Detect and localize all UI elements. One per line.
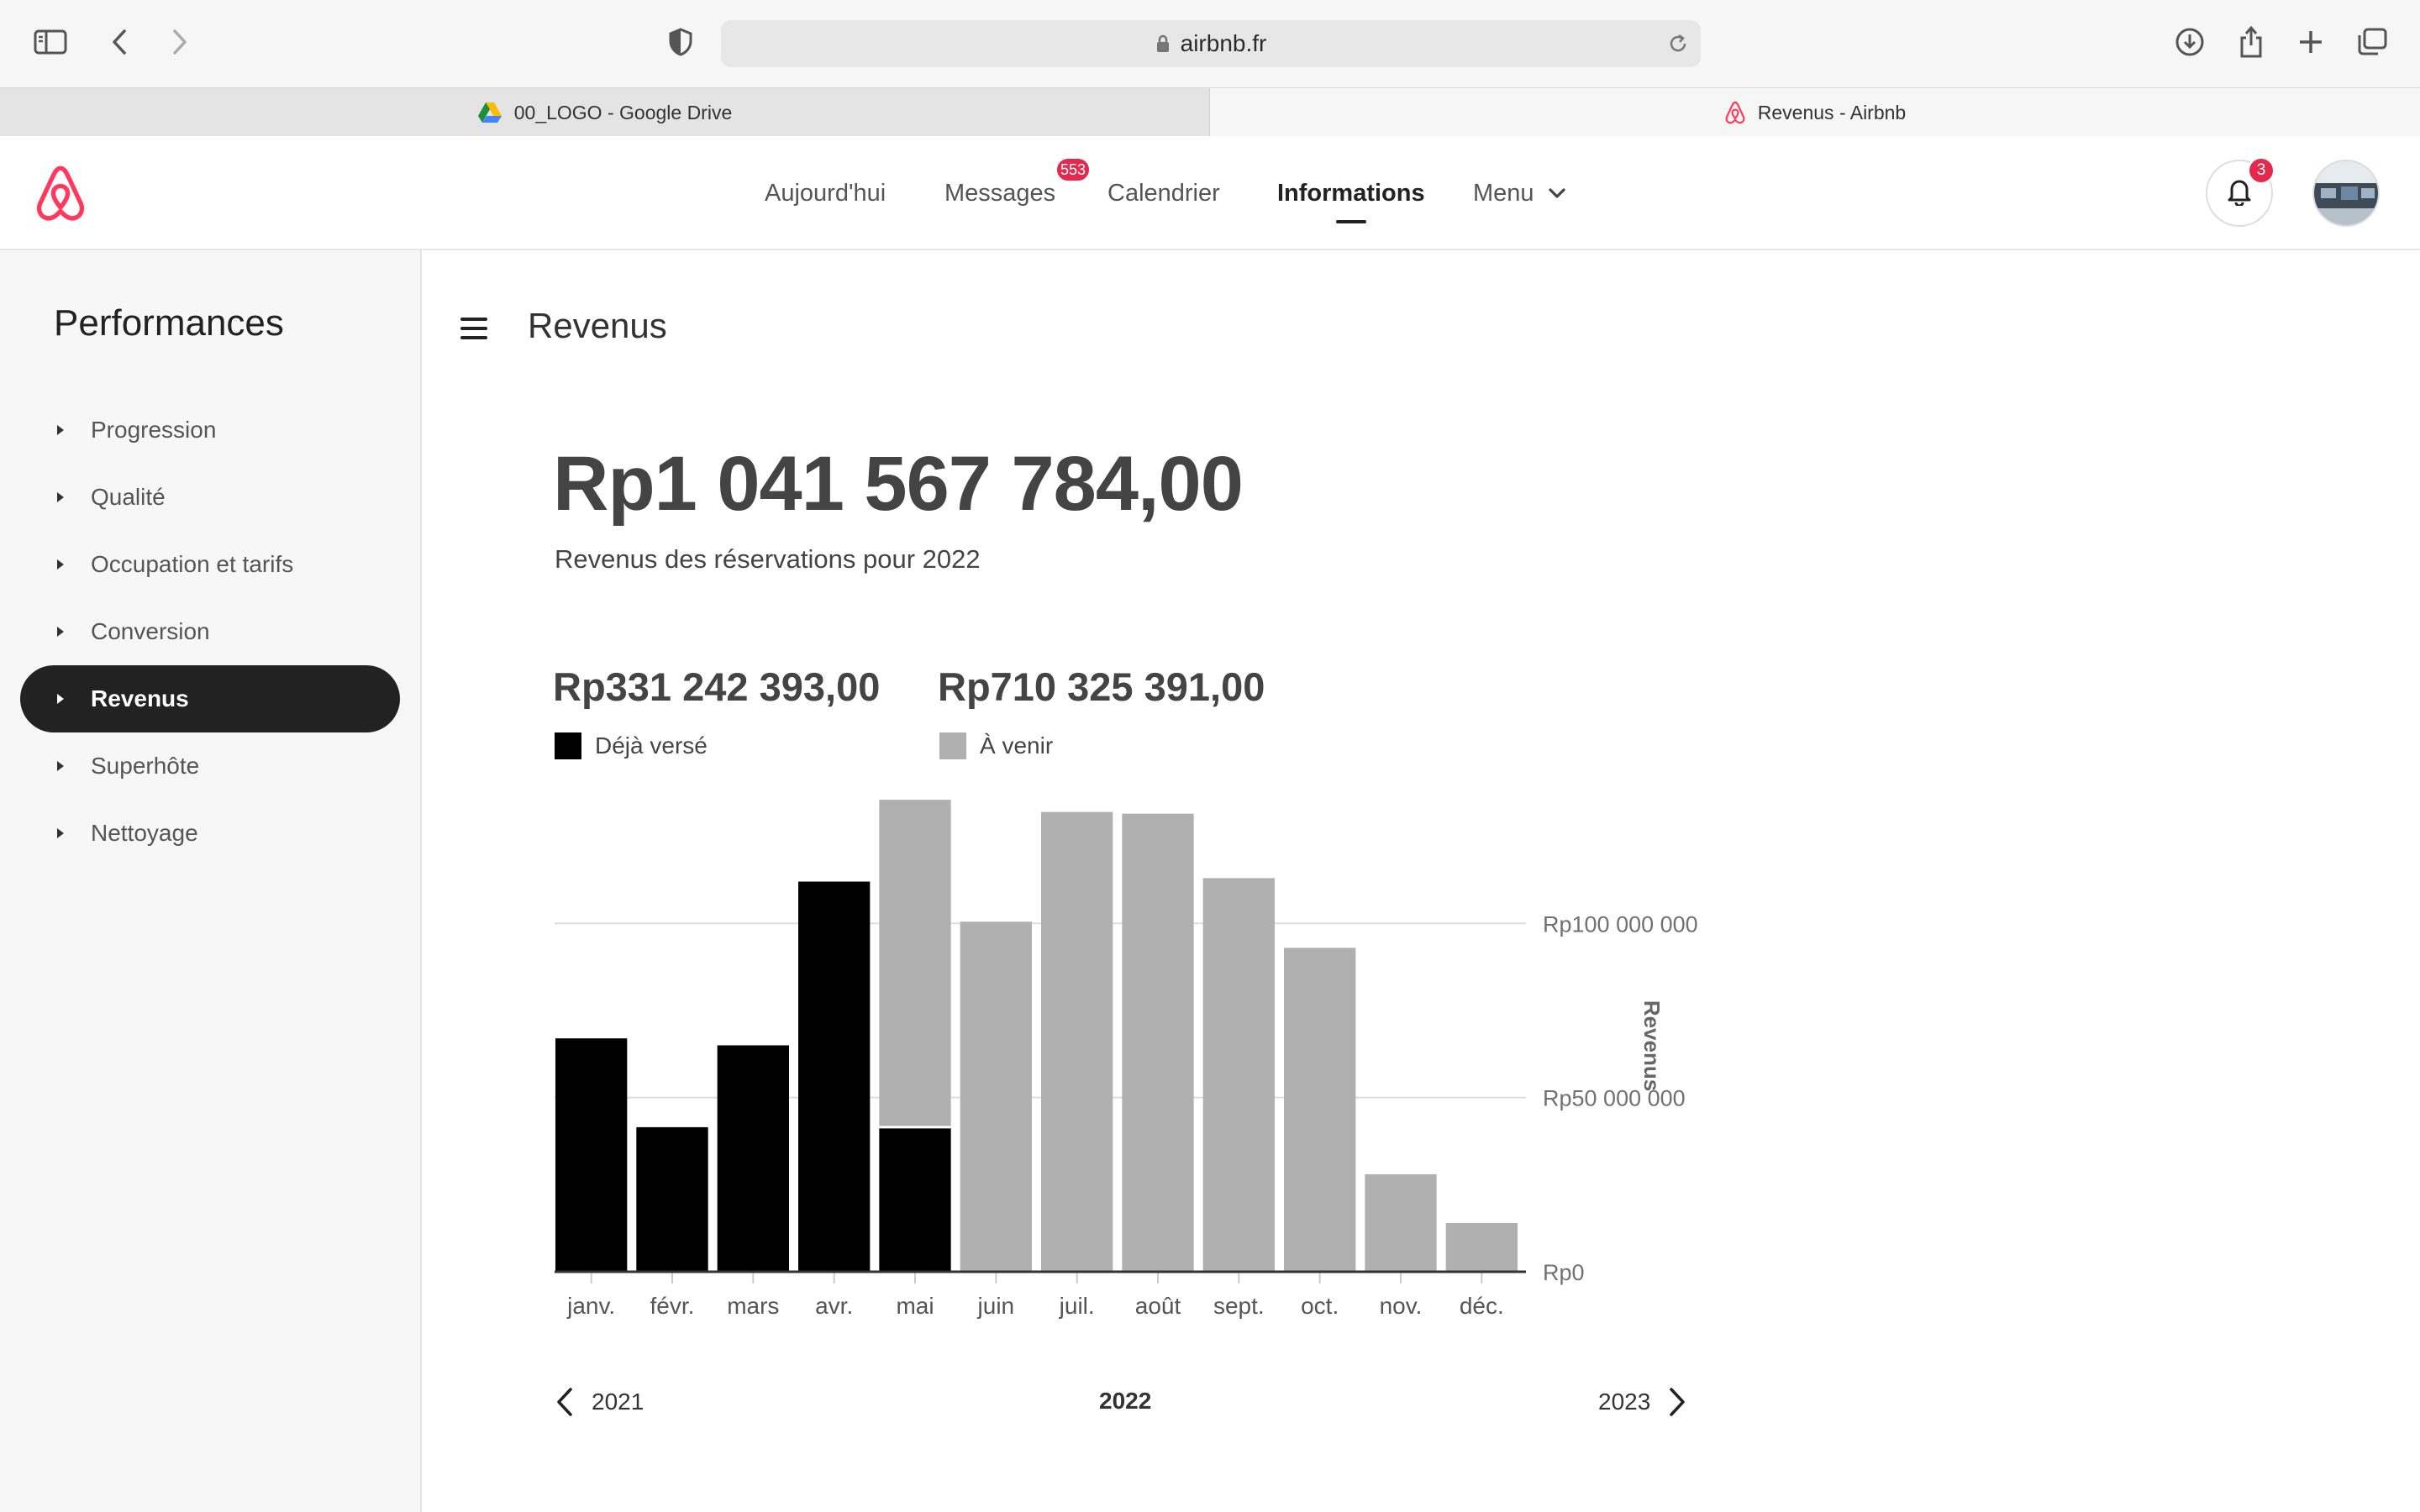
upcoming-amount: Rp710 325 391,00 bbox=[938, 664, 1265, 709]
sidebar-item-quality[interactable]: Qualité bbox=[20, 464, 400, 531]
y-tick-label: Rp0 bbox=[1543, 1260, 1585, 1285]
tab-overview-icon[interactable] bbox=[2349, 18, 2396, 66]
notifications-badge: 3 bbox=[2248, 157, 2275, 184]
nav-menu[interactable]: Menu bbox=[1473, 136, 1566, 250]
x-tick-label: déc. bbox=[1460, 1293, 1504, 1319]
hamburger-menu-icon[interactable] bbox=[460, 318, 487, 339]
sidebar-item-occupancy[interactable]: Occupation et tarifs bbox=[20, 531, 400, 598]
x-tick-label: nov. bbox=[1380, 1293, 1423, 1319]
sidebar-item-cleaning[interactable]: Nettoyage bbox=[20, 800, 400, 867]
chevron-down-icon bbox=[1548, 187, 1566, 199]
legend-swatch-upcoming bbox=[939, 732, 966, 759]
y-tick-label: Rp100 000 000 bbox=[1543, 911, 1698, 937]
airbnb-logo[interactable] bbox=[34, 165, 87, 226]
sidebar-item-superhost[interactable]: Superhôte bbox=[20, 732, 400, 800]
airbnb-tab-icon bbox=[1724, 101, 1746, 124]
site-header: Aujourd'hui Messages 553 Calendrier Info… bbox=[0, 136, 2420, 250]
share-icon[interactable] bbox=[2228, 18, 2275, 66]
nav-today[interactable]: Aujourd'hui bbox=[765, 136, 886, 250]
bar-paid bbox=[555, 1038, 628, 1272]
nav-insights[interactable]: Informations bbox=[1277, 136, 1425, 250]
paid-amount: Rp331 242 393,00 bbox=[553, 664, 881, 709]
browser-toolbar: airbnb.fr bbox=[0, 0, 2420, 87]
earnings-bar-chart: Rp0Rp50 000 000Rp100 000 000janv. févr. ma… bbox=[555, 800, 1698, 1319]
sidebar-toggle-icon[interactable] bbox=[27, 18, 74, 66]
chevron-right-icon bbox=[1667, 1386, 1687, 1418]
bar-upcoming bbox=[960, 921, 1032, 1272]
back-icon[interactable] bbox=[96, 18, 143, 66]
legend-paid: Déjà versé bbox=[555, 732, 708, 759]
downloads-icon[interactable] bbox=[2166, 18, 2213, 66]
tab-google-drive[interactable]: 00_LOGO - Google Drive bbox=[0, 88, 1210, 137]
sidebar-title: Performances bbox=[54, 302, 284, 344]
nav-calendar[interactable]: Calendrier bbox=[1107, 136, 1220, 250]
next-year-button[interactable]: 2023 bbox=[1598, 1386, 1687, 1418]
google-drive-icon bbox=[477, 102, 502, 123]
chevron-left-icon bbox=[555, 1386, 575, 1418]
caret-right-icon bbox=[57, 828, 64, 838]
legend-upcoming: À venir bbox=[939, 732, 1053, 759]
total-earnings: Rp1 041 567 784,00 bbox=[553, 441, 1244, 527]
bar-paid bbox=[717, 1045, 789, 1272]
caret-right-icon bbox=[57, 761, 64, 771]
x-tick-label: sept. bbox=[1213, 1293, 1265, 1319]
x-tick-label: mars bbox=[727, 1293, 779, 1319]
sidebar-item-conversion[interactable]: Conversion bbox=[20, 598, 400, 665]
caret-right-icon bbox=[57, 559, 64, 570]
reload-icon[interactable] bbox=[1667, 32, 1689, 61]
total-earnings-caption: Revenus des réservations pour 2022 bbox=[555, 544, 981, 574]
current-year: 2022 bbox=[1099, 1388, 1152, 1414]
page-title: Revenus bbox=[528, 306, 667, 345]
tab-bar: 00_LOGO - Google Drive Revenus - Airbnb bbox=[0, 87, 2420, 137]
legend-swatch-paid bbox=[555, 732, 581, 759]
bar-paid bbox=[636, 1126, 708, 1272]
caret-right-icon bbox=[57, 694, 64, 704]
bar-paid bbox=[879, 1126, 951, 1272]
address-bar[interactable]: airbnb.fr bbox=[721, 20, 1701, 67]
sidebar-item-progression[interactable]: Progression bbox=[20, 396, 400, 464]
x-tick-label: juil. bbox=[1059, 1293, 1095, 1319]
previous-year-button[interactable]: 2021 bbox=[555, 1386, 644, 1418]
bar-upcoming bbox=[1284, 948, 1356, 1272]
x-tick-label: avr. bbox=[815, 1293, 853, 1319]
sidebar-item-earnings[interactable]: Revenus bbox=[20, 665, 400, 732]
forward-icon[interactable] bbox=[156, 18, 203, 66]
new-tab-icon[interactable] bbox=[2287, 18, 2334, 66]
lock-icon bbox=[1155, 34, 1171, 54]
bar-paid bbox=[798, 881, 871, 1272]
y-axis-label: Revenus bbox=[1639, 1000, 1665, 1091]
privacy-shield-icon[interactable] bbox=[657, 18, 704, 66]
bar-upcoming bbox=[1202, 878, 1275, 1272]
x-tick-label: févr. bbox=[650, 1293, 695, 1319]
avatar[interactable] bbox=[2312, 160, 2380, 227]
messages-badge: 553 bbox=[1055, 157, 1092, 182]
bar-upcoming bbox=[1041, 811, 1113, 1272]
bar-upcoming bbox=[1445, 1222, 1518, 1272]
nav-messages[interactable]: Messages bbox=[944, 136, 1055, 250]
bar-upcoming bbox=[879, 800, 951, 1127]
caret-right-icon bbox=[57, 492, 64, 502]
x-tick-label: mai bbox=[896, 1293, 934, 1319]
x-tick-label: juin bbox=[977, 1293, 1015, 1319]
x-tick-label: août bbox=[1135, 1293, 1181, 1319]
caret-right-icon bbox=[57, 627, 64, 637]
tab-airbnb[interactable]: Revenus - Airbnb bbox=[1210, 88, 2420, 137]
url-text: airbnb.fr bbox=[1180, 30, 1267, 56]
caret-right-icon bbox=[57, 425, 64, 435]
x-tick-label: oct. bbox=[1301, 1293, 1339, 1319]
active-nav-indicator bbox=[1335, 220, 1366, 223]
sidebar: Performances Progression Qualité Occupat… bbox=[0, 250, 422, 1512]
bar-upcoming bbox=[1122, 813, 1194, 1272]
bar-upcoming bbox=[1365, 1173, 1437, 1272]
x-tick-label: janv. bbox=[566, 1293, 615, 1319]
bell-icon bbox=[2227, 177, 2252, 210]
